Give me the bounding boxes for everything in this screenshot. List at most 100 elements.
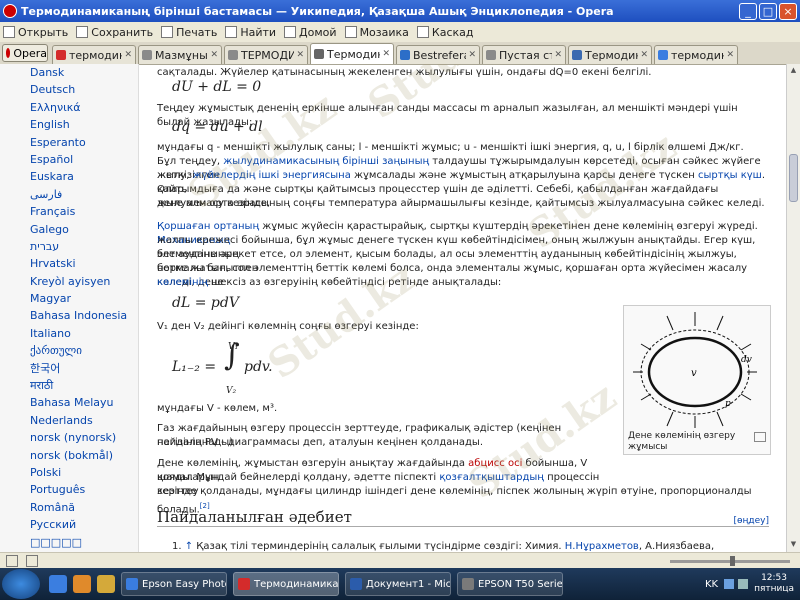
article-link[interactable]: көлемінің	[157, 277, 208, 288]
language-link[interactable]: 한국어	[0, 360, 138, 377]
find-button[interactable]: Найти	[225, 26, 276, 39]
opera-logo-icon	[6, 48, 11, 58]
minimize-button[interactable]: _	[739, 2, 757, 20]
media-player-icon[interactable]	[73, 575, 91, 593]
tile-button[interactable]: Мозаика	[344, 26, 409, 39]
tab-close-icon[interactable]: ✕	[210, 50, 218, 60]
tab-3[interactable]: ТЕРМОДИ...✕	[224, 45, 308, 64]
language-link[interactable]: norsk (nynorsk)	[0, 429, 138, 446]
article-link[interactable]: қозғалтқыштардың	[439, 472, 544, 483]
maximize-button[interactable]: □	[759, 2, 777, 20]
back-to-text-link[interactable]: ↑	[185, 541, 193, 552]
language-link[interactable]: ქართული	[0, 342, 138, 359]
close-button[interactable]: ×	[779, 2, 797, 20]
tab-7[interactable]: Термодина...✕	[568, 45, 652, 64]
language-link[interactable]: Polski	[0, 464, 138, 481]
language-link[interactable]: Galego	[0, 221, 138, 238]
tab-close-icon[interactable]: ✕	[554, 50, 562, 60]
tab-2[interactable]: Мазмұны ✕	[138, 45, 222, 64]
article-link[interactable]: жүйелердің	[193, 170, 256, 181]
article-link[interactable]: ішкі энергиясына	[259, 170, 351, 181]
tab-close-icon[interactable]: ✕	[296, 50, 304, 60]
tab-close-icon[interactable]: ✕	[640, 50, 648, 60]
language-link[interactable]: Español	[0, 151, 138, 168]
folder-icon	[3, 26, 15, 38]
language-link[interactable]: norsk (bokmål)	[0, 447, 138, 464]
tab-4-active[interactable]: Термодин...✕	[310, 43, 394, 64]
tab-close-icon[interactable]: ✕	[468, 50, 476, 60]
tab-close-icon[interactable]: ✕	[124, 50, 132, 60]
scroll-down-icon[interactable]: ▼	[789, 540, 798, 550]
language-link[interactable]: Esperanto	[0, 134, 138, 151]
clock[interactable]: 12:53 пятница	[754, 573, 794, 595]
tab-close-icon[interactable]: ✕	[382, 49, 390, 59]
open-button[interactable]: Открыть	[3, 26, 68, 39]
article-link[interactable]: Қоршаған ортаның	[157, 221, 259, 232]
scrollbar-thumb[interactable]	[789, 154, 798, 202]
paragraph: мұндағы q - меншікті жылулық саны; l - м…	[157, 142, 744, 153]
home-button[interactable]: Домой	[284, 26, 337, 39]
article-link[interactable]: сыртқы күш	[698, 170, 762, 181]
save-button[interactable]: Сохранить	[76, 26, 153, 39]
language-link[interactable]: فارسی	[0, 186, 138, 203]
status-bar	[0, 552, 800, 569]
language-link[interactable]: Euskara	[0, 168, 138, 185]
opera-menu-button[interactable]: Opera	[2, 44, 48, 62]
language-link[interactable]: Bahasa Indonesia	[0, 307, 138, 324]
article-link[interactable]: жылудинамикасының бірінші заңының	[223, 156, 429, 167]
zoom-slider[interactable]	[670, 555, 790, 566]
language-link[interactable]: Nederlands	[0, 412, 138, 429]
figure-thumbnail[interactable]: v dv p Дене көлемінің өзгеру жұмысы	[623, 305, 771, 455]
loading-favicon-icon	[486, 50, 496, 60]
cascade-button[interactable]: Каскад	[416, 26, 474, 39]
article-link[interactable]: Н.Нұрахметов	[565, 541, 639, 552]
language-link[interactable]: Română	[0, 499, 138, 516]
vertical-scrollbar[interactable]: ▲ ▼	[786, 64, 800, 552]
edit-section-link[interactable]: [өңдеу]	[733, 514, 769, 528]
language-link[interactable]: □□□□□	[0, 534, 138, 551]
yandex-favicon-icon	[56, 50, 66, 60]
window-titlebar[interactable]: Термодинамиканың бірінші бастамасы — Уик…	[0, 0, 800, 22]
language-link[interactable]: Français	[0, 203, 138, 220]
panel-toggle-icon[interactable]	[6, 555, 18, 567]
taskbar-item-epson-printer[interactable]: EPSON T50 Series...	[457, 572, 563, 596]
missing-article-link[interactable]: абцисс осі	[468, 458, 522, 469]
language-link[interactable]: Português	[0, 481, 138, 498]
language-link[interactable]: Ελληνικά	[0, 99, 138, 116]
language-link[interactable]: Deutsch	[0, 81, 138, 98]
page-favicon-icon	[572, 50, 582, 60]
taskbar-item-opera[interactable]: Термодинамика...	[233, 572, 339, 596]
tab-bar: Opera термодина...✕ Мазмұны✕ ТЕРМОДИ...✕…	[0, 42, 800, 65]
tab-6[interactable]: Пустая стр...✕	[482, 45, 566, 64]
ie-icon[interactable]	[49, 575, 67, 593]
language-link[interactable]: Dansk	[0, 64, 138, 81]
language-link[interactable]: Русский	[0, 516, 138, 533]
tab-8[interactable]: термодина...✕	[654, 45, 738, 64]
tab-close-icon[interactable]: ✕	[726, 50, 734, 60]
language-link[interactable]: English	[0, 116, 138, 133]
language-link[interactable]: Kreyòl ayisyen	[0, 273, 138, 290]
main-toolbar: Открыть Сохранить Печать Найти Домой Моз…	[0, 22, 800, 43]
volume-icon[interactable]	[738, 579, 749, 589]
language-link[interactable]: मराठी	[0, 377, 138, 394]
tab-1[interactable]: термодина...✕	[52, 45, 136, 64]
view-icon[interactable]	[26, 555, 38, 567]
taskbar-item-epson-easy-photo[interactable]: Epson Easy Photo...	[121, 572, 227, 596]
tray-icon[interactable]	[724, 579, 735, 589]
equation-1: dU + dL = 0	[172, 79, 262, 95]
zoom-slider-thumb[interactable]	[730, 555, 735, 566]
reference-item: 1. ↑ Қазақ тілі терминдерінің салалық ғы…	[172, 541, 715, 552]
language-indicator[interactable]: KK	[705, 579, 718, 590]
tab-5[interactable]: Bestreferat....✕	[396, 45, 480, 64]
language-link[interactable]: Hrvatski	[0, 255, 138, 272]
language-link[interactable]: Magyar	[0, 290, 138, 307]
start-button[interactable]	[2, 569, 40, 599]
print-button[interactable]: Печать	[161, 26, 217, 39]
taskbar-item-word[interactable]: Документ1 - Mic...	[345, 572, 451, 596]
language-link[interactable]: Bahasa Melayu	[0, 394, 138, 411]
language-link[interactable]: Italiano	[0, 325, 138, 342]
scroll-up-icon[interactable]: ▲	[789, 66, 798, 76]
explorer-icon[interactable]	[97, 575, 115, 593]
language-link[interactable]: עברית	[0, 238, 138, 255]
magnify-icon[interactable]	[754, 432, 766, 442]
